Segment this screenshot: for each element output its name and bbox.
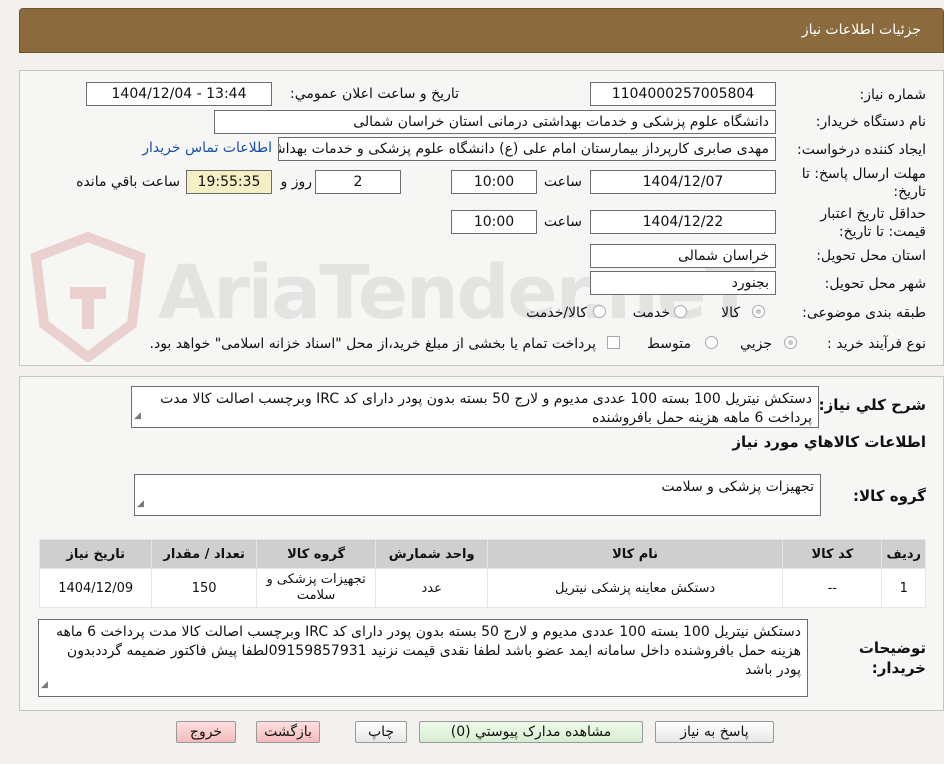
col-header-name: نام کالا: [487, 539, 784, 569]
summary-text: دستکش نیتریل 100 بسته 100 عددی مدیوم و ل…: [160, 391, 812, 426]
page-header: جزئیات اطلاعات نیاز: [19, 8, 944, 53]
back-button[interactable]: بازگشت: [256, 721, 320, 743]
category-radio-goods[interactable]: [752, 305, 765, 318]
col-header-date: تاریخ نیاز: [38, 539, 153, 569]
deadline-date-field[interactable]: 1404/12/07: [590, 170, 776, 194]
print-button[interactable]: چاپ: [355, 721, 407, 743]
goods-group-textarea[interactable]: تجهیزات پزشکی و سلامت ◢: [134, 474, 821, 516]
deadline-time-label: ساعت: [543, 174, 582, 190]
city-field[interactable]: بجنورد: [590, 271, 776, 295]
days-label: روز و: [280, 174, 313, 190]
goods-info-title: اطلاعات کالاهاي مورد نياز: [732, 433, 926, 451]
category-option-service: خدمت: [632, 305, 670, 321]
goods-group-text: تجهیزات پزشکی و سلامت: [661, 479, 814, 495]
province-field[interactable]: خراسان شمالی: [590, 244, 776, 268]
resize-grip-icon[interactable]: ◢: [134, 407, 141, 426]
deadline-time-field[interactable]: 10:00: [451, 170, 537, 194]
validity-label: حداقل تاریخ اعتبار قیمت: تا تاریخ:: [820, 206, 926, 240]
category-radio-service[interactable]: [674, 305, 687, 318]
buyer-notes-label: توضیحات خریدار:: [858, 639, 926, 677]
table-row[interactable]: 1 -- دستکش معاینه پزشکی نیتریل عدد تجهیز…: [38, 568, 926, 608]
creator-label: ایجاد کننده درخواست:: [797, 142, 926, 158]
treasury-checkbox[interactable]: [607, 336, 620, 349]
resize-grip-icon[interactable]: ◢: [137, 495, 144, 514]
items-table: ردیف کد کالا نام کالا واحد شمارش گروه کا…: [38, 539, 926, 608]
col-header-code: کد کالا: [782, 539, 883, 569]
province-label: استان محل تحویل:: [816, 248, 926, 264]
cell-unit: عدد: [375, 568, 489, 608]
process-option-minor: جزیي: [740, 336, 772, 352]
days-field[interactable]: 2: [315, 170, 401, 194]
announce-label: تاریخ و ساعت اعلان عمومي:: [290, 86, 459, 102]
need-number-field[interactable]: 1104000257005804: [590, 82, 776, 106]
buyer-org-label: نام دستگاه خریدار:: [815, 114, 926, 130]
cell-date: 1404/12/09: [38, 568, 153, 608]
category-option-goods: کالا: [721, 305, 740, 321]
col-header-unit: واحد شمارش: [375, 539, 489, 569]
resize-grip-icon[interactable]: ◢: [41, 676, 48, 695]
exit-button[interactable]: خروج: [176, 721, 236, 743]
buyer-notes-textarea[interactable]: دستکش نیتریل 100 بسته 100 عددی مدیوم و ل…: [38, 619, 808, 697]
deadline-label: مهلت ارسال پاسخ: تا تاریخ:: [801, 166, 926, 200]
category-label: طبقه بندی موضوعی:: [802, 305, 926, 321]
treasury-note: پرداخت تمام یا بخشی از مبلغ خرید،از محل …: [149, 336, 596, 352]
cell-code: --: [782, 568, 883, 608]
need-number-label: شماره نیاز:: [859, 87, 927, 103]
city-label: شهر محل تحویل:: [824, 276, 926, 292]
validity-date-field[interactable]: 1404/12/22: [590, 210, 776, 234]
page-title: جزئیات اطلاعات نیاز: [801, 22, 921, 38]
validity-time-label: ساعت: [543, 214, 582, 230]
cell-name: دستکش معاینه پزشکی نیتریل: [487, 568, 784, 608]
summary-textarea[interactable]: دستکش نیتریل 100 بسته 100 عددی مدیوم و ل…: [131, 386, 819, 428]
creator-field[interactable]: مهدی صابری کارپرداز بیمارستان امام علی (…: [278, 137, 776, 161]
col-header-quantity: تعداد / مقدار: [151, 539, 257, 569]
cell-group: تجهیزات پزشکی و سلامت: [255, 568, 377, 608]
process-option-medium: متوسط: [647, 336, 691, 352]
cell-quantity: 150: [151, 568, 257, 608]
col-header-group: گروه کالا: [255, 539, 377, 569]
table-header-row: ردیف کد کالا نام کالا واحد شمارش گروه کا…: [38, 539, 926, 569]
cell-row-number: 1: [881, 568, 926, 608]
process-radio-medium[interactable]: [705, 336, 718, 349]
buyer-notes-text: دستکش نیتریل 100 بسته 100 عددی مدیوم و ل…: [56, 624, 801, 678]
view-attachments-button[interactable]: مشاهده مدارک پیوستي (0): [419, 721, 643, 743]
summary-label: شرح کلي نیاز:: [818, 396, 926, 414]
process-radio-minor[interactable]: [784, 336, 797, 349]
col-header-row-number: ردیف: [881, 539, 926, 569]
category-radio-goods-service[interactable]: [593, 305, 606, 318]
buyer-contact-link[interactable]: اطلاعات تماس خریدار: [142, 140, 272, 156]
remaining-time-field: 19:55:35: [186, 170, 272, 194]
announce-field[interactable]: 1404/12/04 - 13:44: [86, 82, 272, 106]
process-label: نوع فرآیند خرید :: [827, 336, 926, 352]
reply-button[interactable]: پاسخ به نیاز: [655, 721, 774, 743]
category-option-goods-service: کالا/خدمت: [526, 305, 587, 321]
remaining-label: ساعت باقي مانده: [76, 174, 180, 190]
goods-group-label: گروه کالا:: [853, 487, 926, 505]
validity-time-field[interactable]: 10:00: [451, 210, 537, 234]
buyer-org-field[interactable]: دانشگاه علوم پزشکی و خدمات بهداشتی درمان…: [214, 110, 776, 134]
